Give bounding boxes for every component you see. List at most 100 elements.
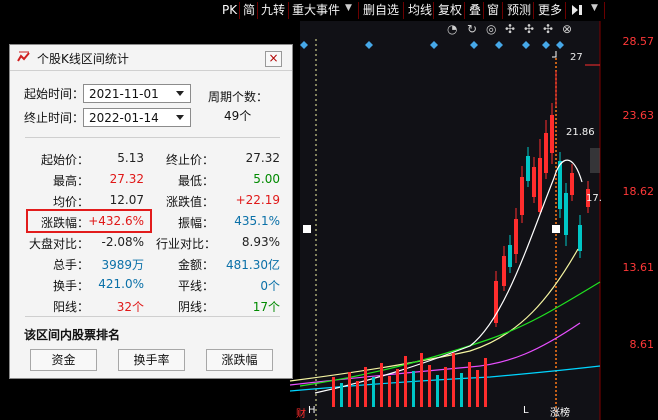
toolbar-divider [358,2,359,19]
toolbar-divider [604,2,605,19]
divider [25,137,280,138]
toolbar-simplified[interactable]: 简 [243,3,255,17]
stat-label: 起始价： [40,153,89,167]
toolbar-divider [483,2,484,19]
stat-value: 0个 [260,279,280,293]
period-count-value: 49个 [224,109,252,123]
gear-icon: ✣ [543,22,553,36]
moving-average-marker: 17. [586,193,602,204]
toolbar-divider [565,2,566,19]
stat-label: 最高： [52,174,89,188]
toolbar-nine-turn[interactable]: 九转 [261,3,285,17]
stat-value: 5.13 [117,151,144,165]
stat-value: -2.08% [101,235,144,249]
stat-label: 均价： [52,195,89,209]
ranking-section-title: 该区间内股票排名 [24,328,121,342]
end-time-label: 终止时间： [24,111,85,125]
end-date-value: 2022-01-14 [89,111,159,125]
stat-value: 3989万 [101,258,144,272]
period-count-label: 周期个数： [208,90,269,104]
pin-icon[interactable] [569,2,587,18]
toolbar-major-events[interactable]: 重大事件 [292,3,340,17]
chart-plot-area [300,21,600,420]
end-date-select[interactable]: 2022-01-14 [83,108,191,127]
start-date-select[interactable]: 2021-11-01 [83,84,191,103]
toolbar-forecast[interactable]: 预测 [507,3,531,17]
stat-value: 32个 [116,300,144,314]
stat-label: 阴线： [177,300,214,314]
change-ranking-button[interactable]: 涨跌幅 [206,349,273,371]
bottom-marker: 财 [296,409,306,420]
price-axis-label-fourth: 13.61 [622,261,655,274]
stat-value: 12.07 [109,193,144,207]
wheel-icon: ◎ [486,22,496,36]
chevron-down-icon[interactable]: ▼ [345,3,352,13]
dialog-title: 个股K线区间统计 [37,52,129,66]
stat-value: +22.19 [235,193,280,207]
stat-value: 17个 [252,300,280,314]
moving-average-marker: 21.86 [566,127,595,138]
toolbar-divider [257,2,258,19]
dialog-title-bar: 个股K线区间统计 × [10,45,292,71]
stat-value: 27.32 [109,172,144,186]
range-end-handle[interactable] [552,225,560,233]
close-icon: ⊗ [562,22,572,36]
toolbar-pk[interactable]: PK [222,3,237,17]
start-date-value: 2021-11-01 [89,87,159,101]
stat-label: 金额： [177,258,214,272]
divider [25,316,280,317]
chevron-down-icon[interactable]: ▼ [591,3,598,13]
stat-label: 平线： [177,279,214,293]
stat-value: 5.00 [253,172,280,186]
stat-value: 421.0% [98,277,144,291]
change-rate-highlight [26,209,152,233]
close-button[interactable]: × [265,51,282,67]
toolbar-remove-watchlist[interactable]: 删自选 [363,3,399,17]
toolbar-more[interactable]: 更多 [538,3,562,17]
toolbar-divider [239,2,240,19]
interval-statistics-dialog: 个股K线区间统计 × 起始时间： 2021-11-01 周期个数： 终止时间： … [9,44,293,379]
gear-icon: ✣ [505,22,515,36]
stat-label: 大盘对比： [28,237,89,251]
toolbar-divider [464,2,465,19]
stat-label: 终止价： [165,153,214,167]
stat-label: 涨跌值： [165,195,214,209]
toolbar-divider [288,2,289,19]
price-axis-label-second: 23.63 [622,109,655,122]
limit-up-marker: 涨榜 [550,408,570,419]
stat-value: 27.32 [245,151,280,165]
turnover-ranking-button[interactable]: 换手率 [118,349,185,371]
price-axis-label-middle: 18.62 [622,185,655,198]
toolbar-divider [403,2,404,19]
toolbar-divider [502,2,503,19]
chevron-down-icon[interactable] [172,86,188,101]
stat-label: 行业对比： [156,237,217,251]
toolbar-moving-average[interactable]: 均线 [408,3,432,17]
stat-label: 最低： [177,174,214,188]
refresh-icon: ↻ [467,22,477,36]
stat-label: 换手： [52,279,89,293]
toolbar-divider [433,2,434,19]
bottom-marker: L [523,405,529,416]
stat-label: 振幅： [177,216,214,230]
gear-icon: ✣ [524,22,534,36]
chart-icon [17,51,30,62]
stat-label: 阳线： [52,300,89,314]
stat-value: 481.30亿 [226,258,280,272]
price-axis-label-top: 28.57 [622,35,655,48]
eye-icon: ◔ [447,22,457,36]
chart-toolbar: PK 简 九转 重大事件 ▼ 删自选 均线 复权 叠 窗 预测 更多 ▼ [0,0,658,21]
toolbar-adjustment[interactable]: 复权 [438,3,462,17]
start-time-label: 起始时间： [24,87,85,101]
fund-ranking-button[interactable]: 资金 [30,349,97,371]
stat-label: 总手： [52,258,89,272]
stat-value: 8.93% [241,235,280,249]
range-start-handle[interactable] [303,225,311,233]
toolbar-window[interactable]: 窗 [487,3,499,17]
stat-value: 435.1% [234,214,280,228]
toolbar-divider [533,2,534,19]
price-axis-label-bottom: 8.61 [629,338,655,351]
chevron-down-icon[interactable] [172,110,188,125]
toolbar-overlay[interactable]: 叠 [469,3,481,17]
high-price-marker: 27 [570,52,583,63]
